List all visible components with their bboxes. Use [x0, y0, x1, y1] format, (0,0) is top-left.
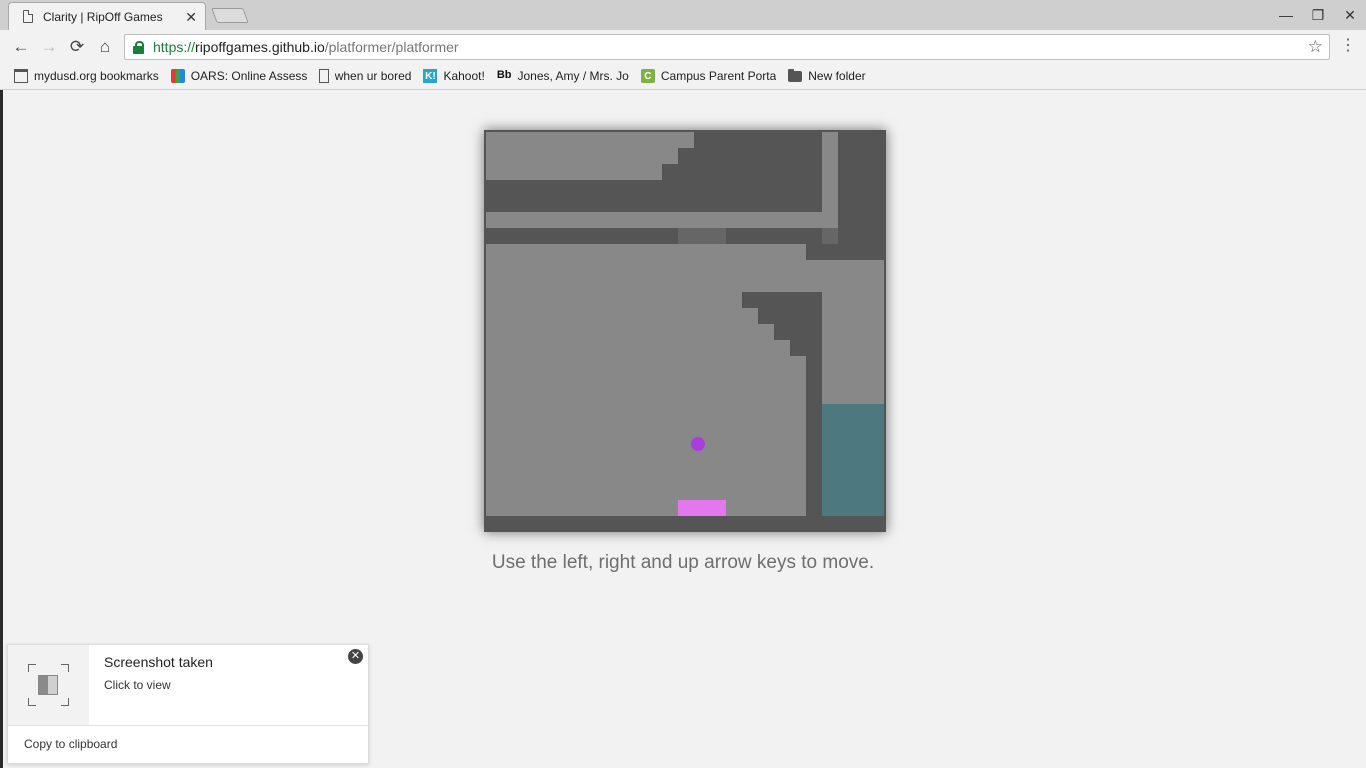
bookmark-label: when ur bored — [334, 69, 412, 83]
url-path: /platformer/platformer — [324, 39, 459, 55]
new-tab-button[interactable] — [211, 8, 249, 23]
bookmark-jones[interactable]: Bb Jones, Amy / Mrs. Jo — [497, 69, 629, 83]
level-map — [484, 130, 886, 532]
divider — [8, 725, 368, 726]
game-instructions: Use the left, right and up arrow keys to… — [491, 552, 875, 573]
wall-block — [742, 292, 822, 308]
address-bar[interactable]: https:// ripoffgames.github.io /platform… — [124, 34, 1330, 60]
page-icon — [23, 10, 33, 23]
screenshot-thumbnail[interactable] — [8, 645, 89, 725]
oars-icon — [170, 69, 185, 83]
wall-block — [758, 308, 822, 324]
bookmark-kahoot[interactable]: K! Kahoot! — [423, 69, 485, 83]
wall-block — [726, 228, 822, 244]
screenshot-notification[interactable]: Screenshot taken Click to view ✕ Copy to… — [7, 644, 369, 764]
bookmark-label: Campus Parent Porta — [660, 69, 777, 83]
player-ball — [691, 437, 705, 451]
bookmark-mydusd[interactable]: mydusd.org bookmarks — [14, 69, 159, 83]
window-edge — [0, 90, 3, 768]
bookmark-label: mydusd.org bookmarks — [34, 69, 159, 83]
forward-icon[interactable]: → — [38, 36, 60, 58]
bookmark-label: New folder — [808, 69, 866, 83]
bookmark-label: OARS: Online Assessr — [190, 69, 307, 83]
wall-block — [790, 340, 822, 356]
bookmarks-bar: mydusd.org bookmarks OARS: Online Assess… — [0, 63, 1366, 90]
wall-block — [486, 228, 678, 244]
close-notification-icon[interactable]: ✕ — [348, 649, 363, 664]
browser-toolbar: ← → ⟳ ⌂ https:// ripoffgames.github.io /… — [0, 30, 1366, 63]
window-controls: — ❐ ✕ — [1270, 0, 1366, 30]
bookmark-star-icon[interactable]: ☆ — [1308, 38, 1323, 55]
thumbnail-corner — [28, 698, 36, 706]
lock-icon — [133, 40, 144, 54]
bookmark-label: Jones, Amy / Mrs. Jo — [517, 69, 629, 83]
game-canvas[interactable] — [484, 130, 886, 532]
thumbnail-corner — [61, 664, 69, 672]
browser-titlebar: Clarity | RipOff Games ✕ — ❐ ✕ — [0, 0, 1366, 30]
minimize-icon[interactable]: — — [1270, 0, 1302, 30]
reload-icon[interactable]: ⟳ — [66, 36, 88, 58]
dim-block — [822, 228, 838, 244]
page-icon — [318, 69, 329, 83]
wall-block — [806, 356, 822, 516]
floor-wall — [484, 516, 886, 532]
back-icon[interactable]: ← — [10, 36, 32, 58]
kahoot-icon: K! — [423, 69, 438, 83]
bookmark-new-folder[interactable]: New folder — [788, 68, 866, 83]
close-window-icon[interactable]: ✕ — [1334, 0, 1366, 30]
bookmark-oars[interactable]: OARS: Online Assessr — [170, 69, 307, 83]
top-border — [484, 130, 886, 132]
url-scheme: https:// — [153, 39, 196, 55]
menu-icon[interactable]: ⋮ — [1340, 38, 1356, 54]
url-host: ripoffgames.github.io — [195, 39, 325, 55]
wall-block — [694, 132, 822, 148]
home-icon[interactable]: ⌂ — [94, 36, 116, 58]
wall-block — [774, 324, 822, 340]
notification-click-to-view[interactable]: Click to view — [104, 678, 171, 692]
bookmark-label: Kahoot! — [443, 69, 485, 83]
water-pool — [822, 404, 884, 516]
wall-block — [838, 132, 884, 260]
right-border — [884, 130, 886, 532]
blackboard-icon: Bb — [496, 69, 512, 81]
wall-block — [662, 164, 822, 180]
folder-icon — [788, 68, 803, 82]
tab-title: Clarity | RipOff Games — [43, 9, 163, 24]
wall-block — [806, 244, 884, 260]
folder-grid-icon — [14, 69, 28, 83]
left-border — [484, 130, 486, 532]
dim-block — [678, 228, 726, 244]
thumbnail-corner — [28, 664, 36, 672]
copy-to-clipboard-button[interactable]: Copy to clipboard — [24, 737, 117, 751]
bookmark-when-ur-bored[interactable]: when ur bored — [318, 69, 412, 83]
browser-tab[interactable]: Clarity | RipOff Games ✕ — [8, 2, 206, 30]
goal-pad — [678, 500, 726, 516]
notification-title: Screenshot taken — [104, 654, 213, 670]
wall-block — [678, 148, 822, 164]
bookmark-campus-parent[interactable]: C Campus Parent Porta — [640, 69, 777, 83]
close-tab-icon[interactable]: ✕ — [185, 10, 197, 24]
thumbnail-corner — [61, 698, 69, 706]
restore-icon[interactable]: ❐ — [1302, 0, 1334, 30]
wall-block — [486, 180, 822, 212]
image-icon — [38, 675, 58, 695]
campus-icon: C — [640, 69, 655, 83]
